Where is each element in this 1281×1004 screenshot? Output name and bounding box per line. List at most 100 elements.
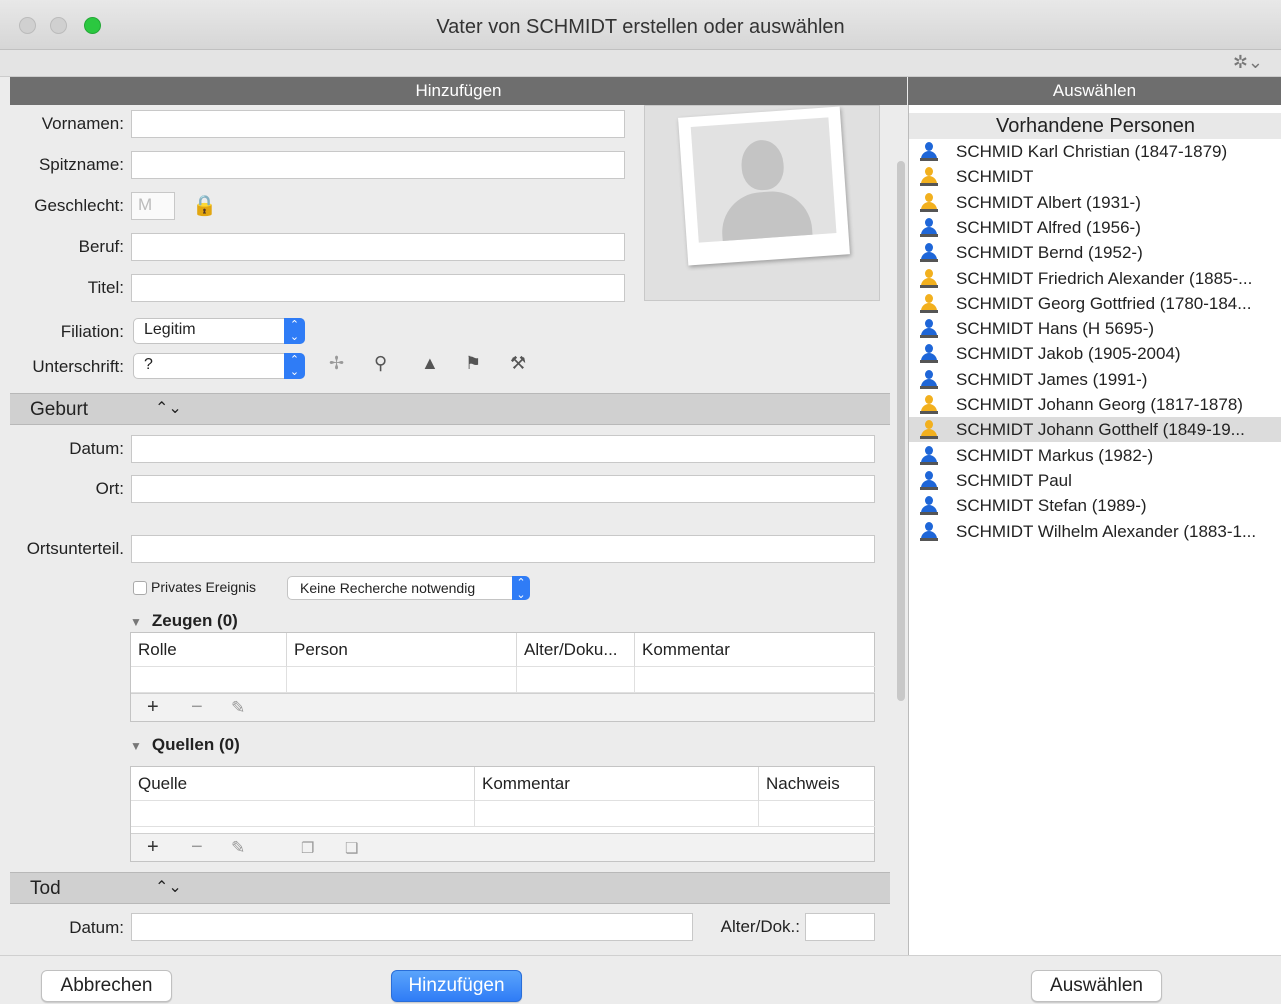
form-scrollbar[interactable]: [897, 161, 905, 701]
zeugen-col-alter[interactable]: Alter/Doku...: [517, 633, 635, 667]
list-item[interactable]: SCHMIDT Wilhelm Alexander (1883-1...: [909, 519, 1281, 544]
gear-menu-icon[interactable]: ✲⌄: [1233, 52, 1263, 73]
geburt-ort-field[interactable]: [131, 475, 875, 503]
person-icon: [920, 217, 938, 237]
list-item[interactable]: SCHMID Karl Christian (1847-1879): [909, 139, 1281, 164]
list-item[interactable]: SCHMIDT Bernd (1952-): [909, 240, 1281, 265]
list-item[interactable]: SCHMIDT Jakob (1905-2004): [909, 341, 1281, 366]
titel-field[interactable]: [131, 274, 625, 302]
person-icon: [920, 243, 938, 263]
alter-dok-field[interactable]: [805, 913, 875, 941]
list-item[interactable]: SCHMIDT Johann Gotthelf (1849-19...: [909, 417, 1281, 443]
list-item[interactable]: SCHMIDT Stefan (1989-): [909, 493, 1281, 518]
person-icon: [920, 319, 938, 339]
zeugen-col-person[interactable]: Person: [287, 633, 517, 667]
list-item[interactable]: SCHMIDT Alfred (1956-): [909, 215, 1281, 240]
table-row[interactable]: [131, 667, 287, 693]
privates-ereignis-label: Privates Ereignis: [151, 579, 257, 595]
person-name: SCHMIDT Markus (1982-): [956, 445, 1154, 465]
list-item[interactable]: SCHMIDT Paul: [909, 468, 1281, 493]
spitzname-field[interactable]: [131, 151, 625, 179]
filiation-label: Filiation:: [60, 322, 124, 341]
tools-icon[interactable]: ✢: [329, 353, 344, 374]
geburt-datum-field[interactable]: [131, 435, 875, 463]
tod-section-title: Tod: [30, 878, 61, 899]
copy-icon[interactable]: ❐: [301, 839, 314, 857]
quellen-col-quelle[interactable]: Quelle: [131, 767, 475, 801]
table-cell[interactable]: [517, 667, 635, 693]
select-panel-header: Auswählen: [908, 77, 1281, 105]
table-row[interactable]: [131, 801, 475, 827]
zeugen-col-rolle[interactable]: Rolle: [131, 633, 287, 667]
tod-datum-field[interactable]: [131, 913, 693, 941]
alter-dok-label: Alter/Dok.:: [720, 917, 800, 936]
privates-ereignis-checkbox[interactable]: [133, 581, 147, 595]
tod-section-header[interactable]: Tod ⌃⌄: [10, 872, 890, 904]
person-name: SCHMIDT Friedrich Alexander (1885-...: [956, 268, 1253, 288]
table-cell[interactable]: [635, 667, 875, 693]
add-icon[interactable]: +: [147, 836, 159, 859]
select-button[interactable]: Auswählen: [1031, 970, 1162, 1002]
person-icon: [920, 142, 938, 161]
table-cell[interactable]: [287, 667, 517, 693]
add-panel-header: Hinzufügen: [10, 77, 907, 105]
quellen-col-nachweis[interactable]: Nachweis: [759, 767, 875, 801]
unterschrift-select[interactable]: ? ⌃ ⌄: [133, 353, 305, 379]
paste-icon[interactable]: ❏: [345, 839, 358, 857]
list-item[interactable]: SCHMIDT Hans (H 5695-): [909, 316, 1281, 341]
remove-icon[interactable]: −: [191, 836, 203, 859]
spitzname-label: Spitzname:: [38, 155, 124, 174]
list-item[interactable]: SCHMIDT Friedrich Alexander (1885-...: [909, 266, 1281, 291]
list-item[interactable]: SCHMIDT Johann Georg (1817-1878): [909, 392, 1281, 417]
bottom-bar: Abbrechen Hinzufügen Auswählen: [0, 955, 1281, 1004]
beruf-field[interactable]: [131, 233, 625, 261]
zeugen-table: Rolle Person Alter/Doku... Kommentar + −…: [130, 632, 875, 722]
filiation-select[interactable]: Legitim ⌃ ⌄: [133, 318, 305, 344]
add-icon[interactable]: +: [147, 696, 159, 719]
edit-pencil-icon[interactable]: ✎: [231, 838, 245, 858]
person-icon: [920, 268, 938, 288]
hammer-icon[interactable]: ⚒: [510, 353, 526, 374]
table-cell[interactable]: [759, 801, 875, 827]
list-item[interactable]: SCHMIDT James (1991-): [909, 367, 1281, 392]
list-item[interactable]: SCHMIDT Georg Gottfried (1780-184...: [909, 291, 1281, 316]
disclosure-triangle-icon: ▼: [130, 739, 142, 753]
cancel-button[interactable]: Abbrechen: [41, 970, 172, 1002]
person-name: SCHMIDT Georg Gottfried (1780-184...: [956, 293, 1252, 313]
remove-icon[interactable]: −: [191, 696, 203, 719]
edit-pencil-icon[interactable]: ✎: [231, 698, 245, 718]
zeugen-col-kommentar[interactable]: Kommentar: [635, 633, 875, 667]
geburt-datum-label: Datum:: [69, 439, 124, 458]
add-button[interactable]: Hinzufügen: [391, 970, 522, 1002]
tod-datum-label: Datum:: [69, 918, 124, 937]
select-arrows-icon: ⌃ ⌄: [284, 353, 305, 379]
list-item[interactable]: SCHMIDT Albert (1931-): [909, 190, 1281, 215]
recherche-value: Keine Recherche notwendig: [300, 580, 476, 596]
ortsunterteil-label: Ortsunterteil.: [26, 539, 124, 558]
photo-placeholder[interactable]: [644, 105, 880, 301]
zeugen-title: Zeugen (0): [151, 611, 238, 630]
geschlecht-field[interactable]: M: [131, 192, 175, 220]
toolbar: ✲⌄: [0, 50, 1281, 77]
search-remove-icon[interactable]: ⚲: [374, 353, 387, 374]
updown-chevron-icon[interactable]: ⌃⌄: [155, 398, 182, 418]
zeugen-disclosure[interactable]: ▼ Zeugen (0): [130, 611, 238, 631]
person-icon[interactable]: ▲: [421, 353, 439, 374]
ortsunterteil-field[interactable]: [131, 535, 875, 563]
table-cell[interactable]: [475, 801, 759, 827]
flag-icon[interactable]: ⚑: [465, 353, 481, 374]
geschlecht-label: Geschlecht:: [34, 196, 124, 215]
list-item[interactable]: SCHMIDT Markus (1982-): [909, 443, 1281, 468]
quellen-col-kommentar[interactable]: Kommentar: [475, 767, 759, 801]
person-name: SCHMIDT: [956, 167, 1034, 187]
vornamen-field[interactable]: [131, 110, 625, 138]
lock-icon[interactable]: 🔒: [192, 193, 217, 218]
window-title: Vater von SCHMIDT erstellen oder auswähl…: [436, 16, 845, 38]
updown-chevron-icon[interactable]: ⌃⌄: [155, 877, 182, 897]
quellen-disclosure[interactable]: ▼ Quellen (0): [130, 735, 240, 755]
geburt-section-header[interactable]: Geburt ⌃⌄: [10, 393, 890, 425]
person-icon: [920, 293, 938, 313]
list-item[interactable]: SCHMIDT: [909, 164, 1281, 189]
quellen-table: Quelle Kommentar Nachweis + − ✎ ❐ ❏: [130, 766, 875, 862]
recherche-select[interactable]: Keine Recherche notwendig ⌃ ⌄: [287, 576, 530, 601]
